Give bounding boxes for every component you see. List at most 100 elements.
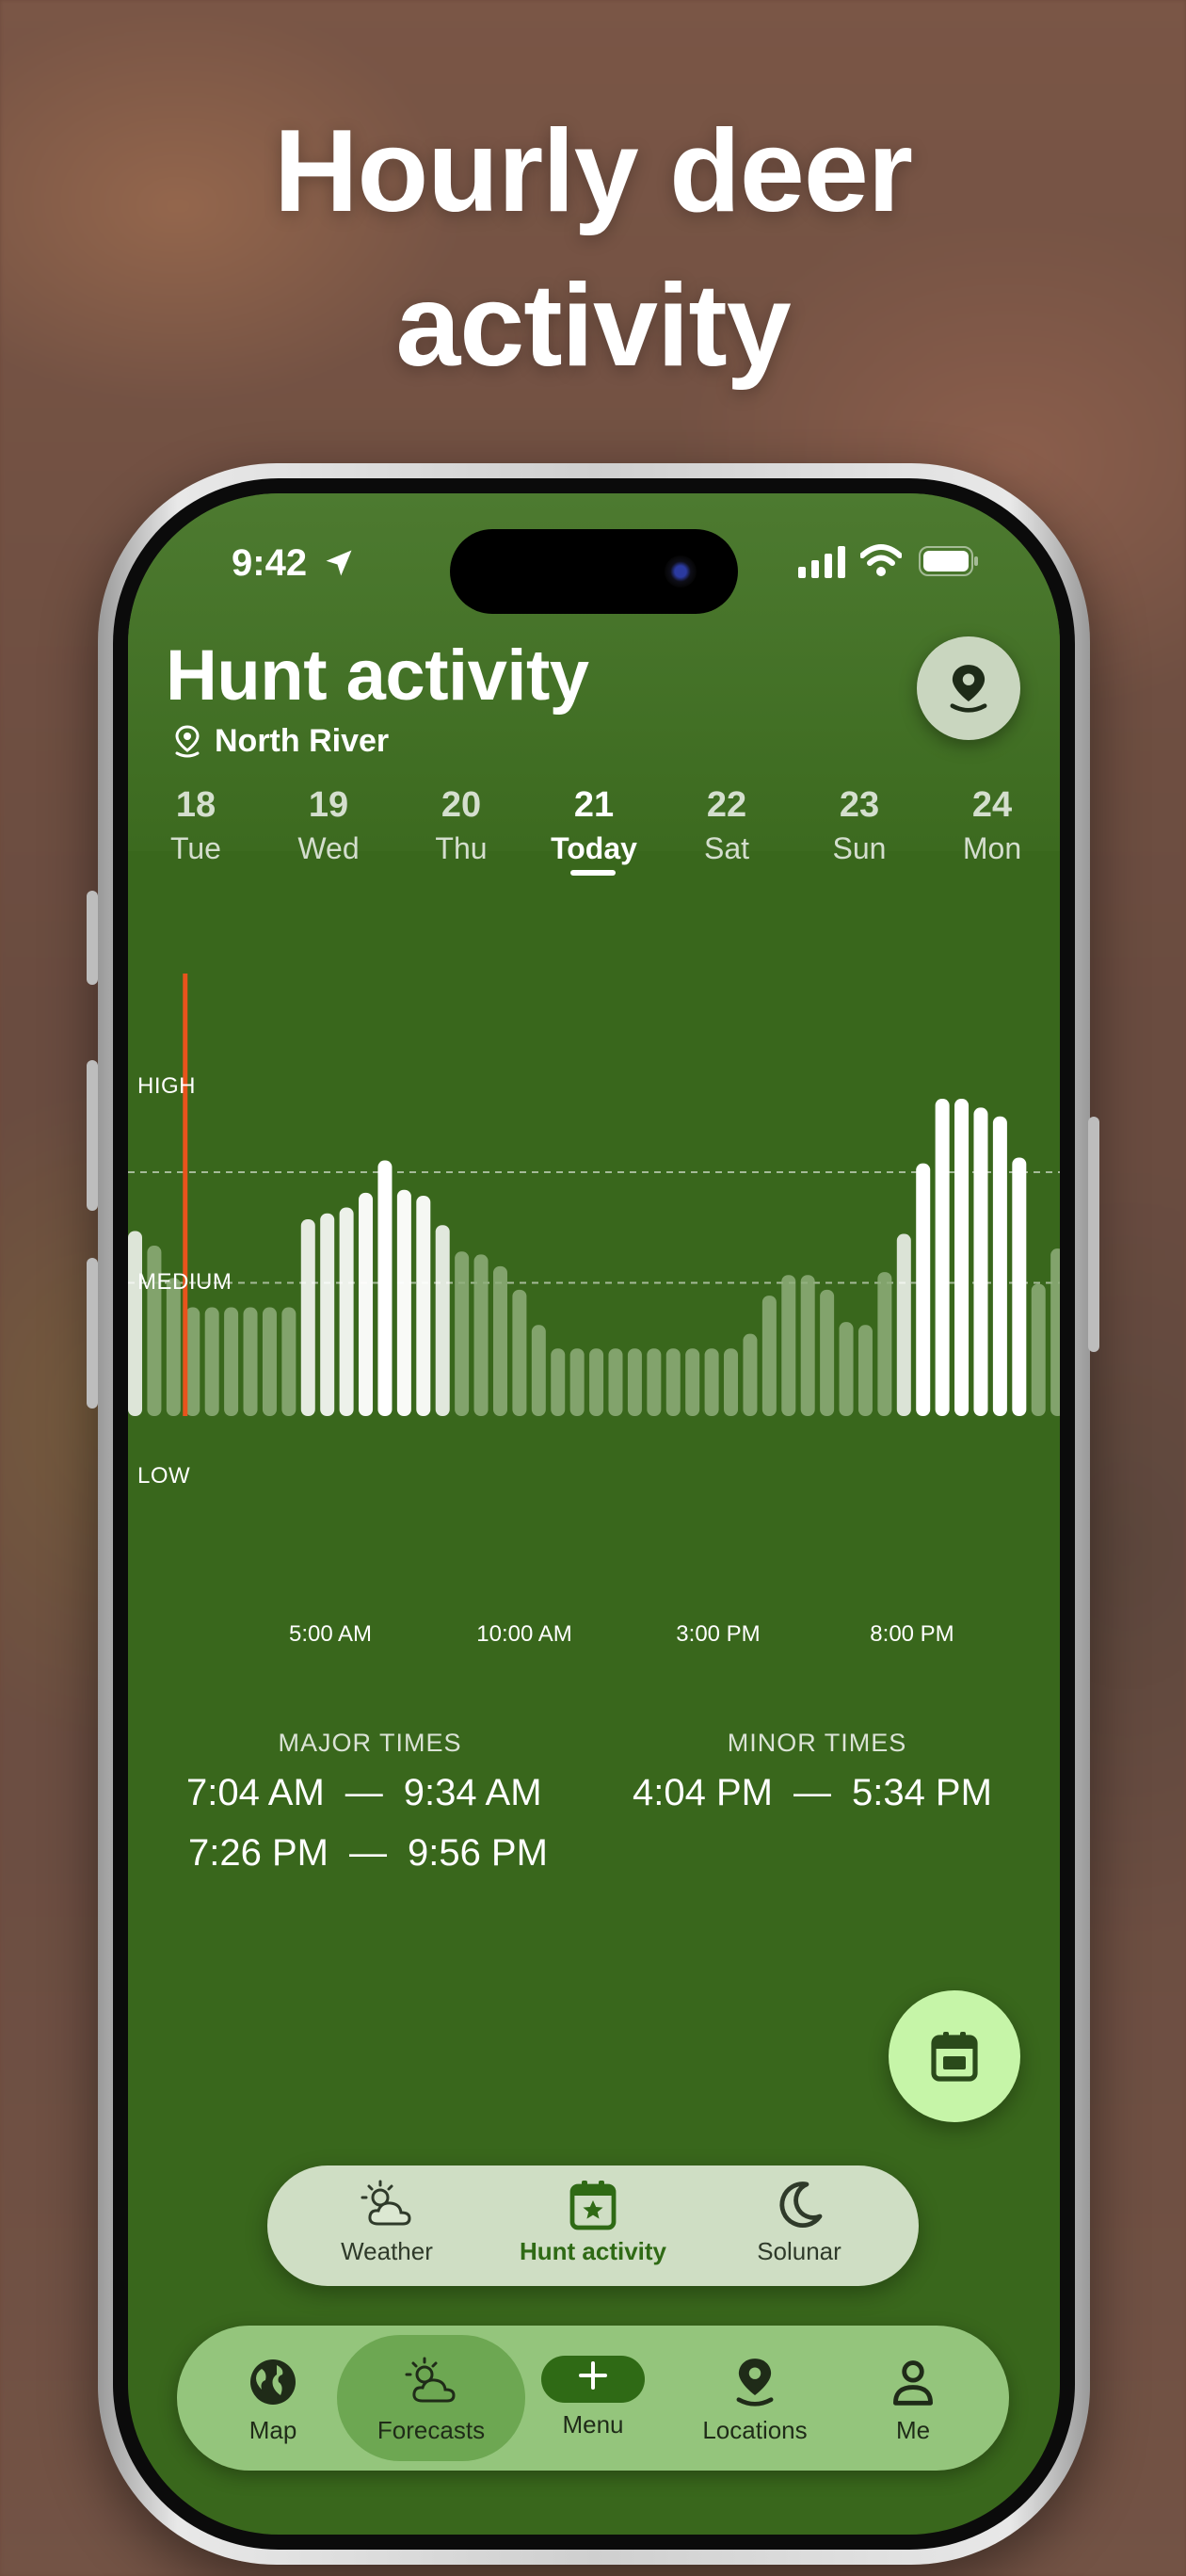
activity-bar (857, 1325, 873, 1416)
level-label-low: LOW (137, 1463, 191, 1489)
segment-hunt-activity[interactable]: Hunt activity (489, 2179, 697, 2266)
location-subtitle[interactable]: North River (173, 723, 389, 760)
headline: Hourly deer activity (0, 94, 1186, 403)
location-name: North River (215, 723, 390, 759)
tab-map[interactable]: Map (198, 2356, 348, 2445)
activity-bar (224, 1307, 239, 1416)
page-title: Hunt activity (166, 636, 589, 716)
status-bar: 9:42 (128, 493, 1060, 635)
activity-bar (243, 1307, 258, 1416)
day-selected-indicator (570, 870, 616, 876)
time-dash: — (345, 1772, 383, 1813)
location-button[interactable] (917, 636, 1020, 740)
tab-label: Map (248, 2416, 297, 2444)
map-pin-icon (950, 665, 987, 713)
time-start: 7:26 PM (188, 1832, 329, 1874)
activity-bar (896, 1233, 911, 1416)
day-tab-today[interactable]: 21 Today (528, 785, 660, 866)
time-end: 5:34 PM (851, 1772, 992, 1813)
tab-menu[interactable]: Menu (518, 2356, 668, 2439)
cellular-signal-icon (798, 546, 845, 578)
activity-bar (1050, 1248, 1060, 1416)
headline-line-2: activity (395, 261, 791, 391)
day-tab-19[interactable]: 19 Wed (263, 785, 394, 866)
activity-bar (396, 1189, 411, 1416)
activity-bar (685, 1348, 700, 1416)
wifi-icon (860, 544, 902, 576)
activity-bar (877, 1272, 892, 1416)
dynamic-island (450, 529, 738, 614)
day-number: 22 (706, 785, 747, 825)
status-time: 9:42 (232, 542, 308, 584)
activity-bar (954, 1099, 970, 1416)
activity-bar (473, 1254, 489, 1416)
tick-label: 3:00 PM (676, 1621, 761, 1647)
tick-label: 5:00 AM (288, 1621, 373, 1647)
minor-times-label: MINOR TIMES (727, 1729, 907, 1757)
bottom-tab-bar: Map Forecasts Menu Locations Me (177, 2326, 1009, 2471)
battery-icon (919, 546, 978, 576)
tab-me[interactable]: Me (838, 2356, 988, 2445)
activity-bar (1012, 1157, 1027, 1416)
day-number: 21 (573, 785, 615, 825)
activity-bar (512, 1289, 527, 1416)
cloud-sun-icon (405, 2357, 456, 2403)
day-weekday: Today (551, 831, 637, 865)
side-button-volume-up (87, 1060, 98, 1211)
moon-icon (779, 2182, 823, 2228)
day-weekday: Sat (703, 831, 750, 865)
day-tab-22[interactable]: 22 Sat (661, 785, 793, 866)
day-number: 23 (839, 785, 880, 825)
day-number: 20 (441, 785, 482, 825)
activity-bar (992, 1116, 1007, 1416)
activity-bar (185, 1307, 200, 1416)
segment-label: Weather (341, 2237, 433, 2265)
day-tab-20[interactable]: 20 Thu (395, 785, 527, 866)
current-time-marker (183, 974, 188, 1416)
level-label-medium: MEDIUM (137, 1269, 232, 1295)
tab-label: Forecasts (377, 2416, 486, 2444)
cloud-sun-icon (361, 2180, 411, 2226)
activity-bar (300, 1218, 315, 1416)
activity-bar (589, 1348, 604, 1416)
tick-label: 10:00 AM (476, 1621, 572, 1647)
activity-bar (743, 1333, 758, 1416)
activity-bar (204, 1307, 219, 1416)
activity-bar (569, 1348, 585, 1416)
calendar-icon (931, 2032, 978, 2082)
day-tab-18[interactable]: 18 Tue (130, 785, 262, 866)
tab-label: Menu (562, 2410, 624, 2439)
time-end: 9:56 PM (407, 1832, 548, 1874)
activity-bar (128, 1231, 142, 1416)
day-weekday: Thu (435, 831, 488, 865)
activity-bar (492, 1265, 507, 1416)
map-pin-icon (175, 724, 200, 757)
plus-icon (579, 2361, 607, 2390)
minor-time-row: 4:04 PM — 5:34 PM (633, 1772, 992, 1814)
activity-bar (916, 1163, 931, 1416)
activity-bar (608, 1348, 623, 1416)
side-button-volume-down (87, 1258, 98, 1409)
tab-locations[interactable]: Locations (680, 2356, 830, 2445)
time-start: 7:04 AM (186, 1772, 325, 1813)
activity-bar (166, 1278, 181, 1416)
time-end: 9:34 AM (403, 1772, 542, 1813)
activity-bar (455, 1251, 470, 1416)
calendar-fab-button[interactable] (889, 1990, 1020, 2122)
segment-solunar[interactable]: Solunar (696, 2179, 903, 2266)
activity-bar (839, 1322, 854, 1416)
globe-icon (250, 2359, 296, 2405)
activity-bar (359, 1192, 374, 1416)
side-button-action (87, 891, 98, 985)
segment-weather[interactable]: Weather (283, 2179, 490, 2266)
tab-forecasts[interactable]: Forecasts (356, 2356, 506, 2445)
activity-bar (531, 1325, 546, 1416)
day-tab-24[interactable]: 24 Mon (926, 785, 1058, 866)
activity-bar (647, 1348, 662, 1416)
activity-chart (128, 945, 1060, 1454)
location-arrow-icon (326, 550, 352, 576)
activity-bar (320, 1213, 335, 1416)
day-tab-23[interactable]: 23 Sun (793, 785, 925, 866)
tick-label: 8:00 PM (870, 1621, 954, 1647)
camera-icon (665, 555, 697, 588)
